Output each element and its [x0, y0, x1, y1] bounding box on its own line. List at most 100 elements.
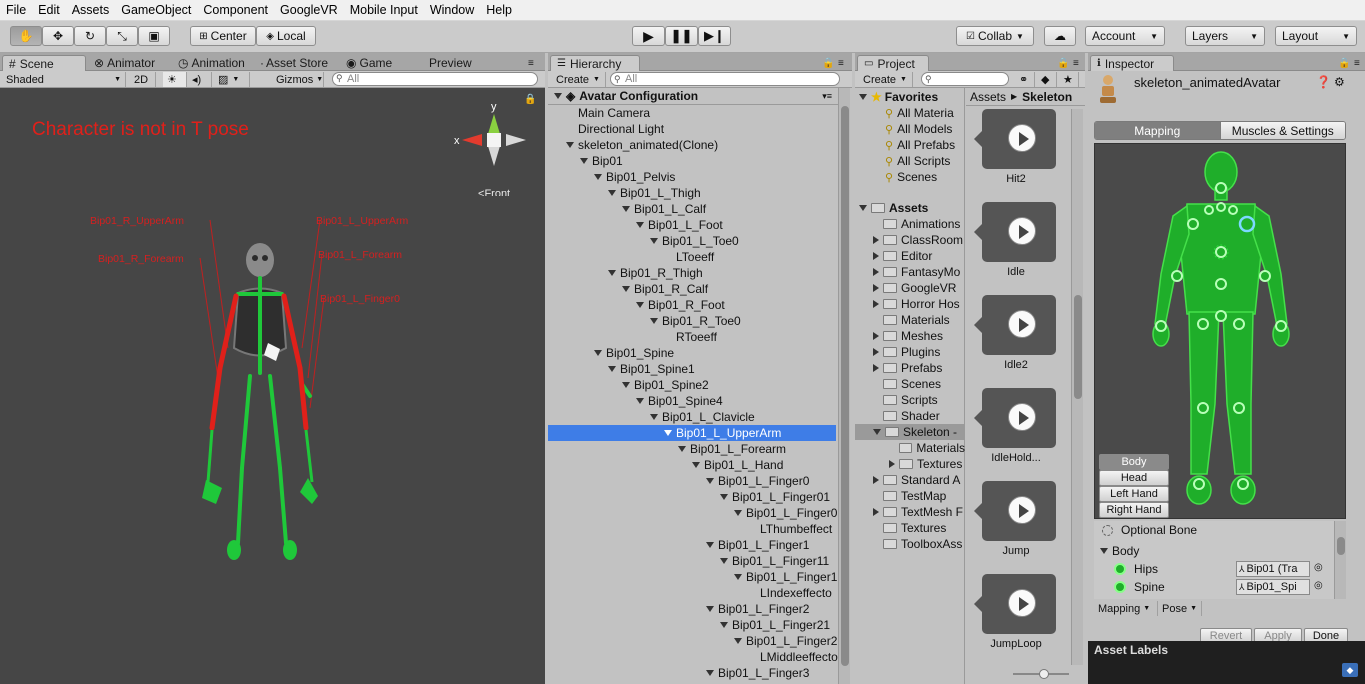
favorite-item[interactable]: ⚲ All Models: [885, 121, 952, 137]
bone-list-scrollbar[interactable]: [1334, 521, 1346, 599]
hierarchy-item[interactable]: Bip01_L_Finger1: [548, 537, 836, 553]
hips-picker-icon[interactable]: ◎: [1314, 562, 1323, 573]
hierarchy-item[interactable]: Bip01_L_Finger0: [548, 473, 836, 489]
collapse-arrow-icon[interactable]: [873, 300, 879, 308]
collapse-arrow-icon[interactable]: [873, 268, 879, 276]
hierarchy-item[interactable]: RToeeff: [548, 329, 836, 345]
project-folder-item[interactable]: Standard A: [855, 472, 965, 488]
scale-tool-button[interactable]: ⤡: [106, 26, 138, 46]
hierarchy-item[interactable]: Bip01_L_Thigh: [548, 185, 836, 201]
expand-arrow-icon[interactable]: [873, 429, 881, 435]
step-button[interactable]: ▶❙: [698, 26, 731, 46]
project-folder-item[interactable]: TestMap: [855, 488, 965, 504]
project-folder-item[interactable]: Plugins: [855, 344, 965, 360]
project-folder-item[interactable]: Materials: [855, 440, 965, 456]
2d-toggle[interactable]: 2D: [130, 72, 156, 87]
tab-preview[interactable]: Preview: [423, 55, 478, 71]
menu-item-component[interactable]: Component: [197, 3, 274, 17]
skeleton-figure[interactable]: Bip01_R_UpperArm Bip01_R_Forearm Bip01_L…: [80, 198, 460, 568]
collapse-arrow-icon[interactable]: [873, 252, 879, 260]
hierarchy-item[interactable]: Bip01_L_Finger3: [548, 665, 836, 681]
expand-arrow-icon[interactable]: [566, 142, 574, 148]
project-folder-item[interactable]: Meshes: [855, 328, 965, 344]
animation-clip-asset[interactable]: IdleHold...: [966, 388, 1066, 478]
cloud-button[interactable]: ☁: [1044, 26, 1076, 46]
body-part-right-hand-button[interactable]: Right Hand: [1099, 502, 1169, 518]
inspector-menu-icon[interactable]: ≡: [1348, 55, 1365, 71]
hand-tool-button[interactable]: ✋: [10, 26, 42, 46]
expand-arrow-icon[interactable]: [650, 238, 658, 244]
body-part-body-button[interactable]: Body: [1099, 454, 1169, 470]
expand-arrow-icon[interactable]: [692, 462, 700, 468]
pivot-center-button[interactable]: ⊞ Center: [190, 26, 256, 46]
expand-arrow-icon[interactable]: [580, 158, 588, 164]
collapse-arrow-icon[interactable]: [873, 236, 879, 244]
avatar-body-view[interactable]: Body Head Left Hand Right Hand: [1094, 143, 1346, 519]
hierarchy-item[interactable]: Bip01_L_Finger01: [548, 489, 836, 505]
pivot-local-button[interactable]: ◈ Local: [256, 26, 316, 46]
assets-header[interactable]: Assets: [859, 200, 928, 216]
hierarchy-item[interactable]: Bip01_L_Foot: [548, 217, 836, 233]
hierarchy-item[interactable]: Bip01_R_Calf: [548, 281, 836, 297]
lock-icon[interactable]: 🔒: [524, 94, 536, 105]
project-scrollbar[interactable]: [1071, 109, 1083, 665]
hierarchy-item[interactable]: Bip01_L_Finger2: [548, 633, 837, 649]
tab-asset-store[interactable]: · Asset Store: [254, 55, 334, 71]
favorite-item[interactable]: ⚲ All Prefabs: [885, 137, 955, 153]
project-folder-item[interactable]: GoogleVR: [855, 280, 965, 296]
animation-clip-asset[interactable]: Idle2: [966, 295, 1066, 385]
shading-dropdown[interactable]: Shaded ▼: [2, 72, 126, 87]
project-folder-item[interactable]: ToolboxAss: [855, 536, 965, 552]
hips-transform-field[interactable]: ⅄ Bip01 (Tra: [1236, 561, 1310, 577]
audio-toggle[interactable]: ◂): [188, 72, 212, 87]
pause-button[interactable]: ❚❚: [665, 26, 698, 46]
project-folder-item[interactable]: Textures: [855, 456, 965, 472]
hierarchy-item[interactable]: LThumbeffect: [548, 521, 836, 537]
project-folder-item[interactable]: TextMesh F: [855, 504, 965, 520]
project-folder-item[interactable]: FantasyMo: [855, 264, 965, 280]
rect-tool-button[interactable]: ▣: [138, 26, 170, 46]
body-part-head-button[interactable]: Head: [1099, 470, 1169, 486]
play-button[interactable]: ▶: [632, 26, 665, 46]
expand-arrow-icon[interactable]: [664, 430, 672, 436]
hierarchy-item[interactable]: Bip01_L_Finger11: [548, 553, 836, 569]
collapse-arrow-icon[interactable]: [873, 508, 879, 516]
hierarchy-item[interactable]: LToeeff: [548, 249, 836, 265]
expand-arrow-icon[interactable]: [608, 366, 616, 372]
expand-arrow-icon[interactable]: [734, 510, 742, 516]
project-create-dropdown[interactable]: Create ▼: [859, 72, 913, 87]
expand-arrow-icon[interactable]: [594, 174, 602, 180]
collapse-arrow-icon[interactable]: [889, 460, 895, 468]
project-folder-item[interactable]: Horror Hos: [855, 296, 965, 312]
project-folder-item[interactable]: Shader: [855, 408, 965, 424]
hierarchy-item[interactable]: LIndexeffecto: [548, 585, 836, 601]
hierarchy-item[interactable]: skeleton_animated(Clone): [548, 137, 836, 153]
hierarchy-item[interactable]: Bip01_Spine: [548, 345, 836, 361]
project-folder-item[interactable]: Prefabs: [855, 360, 965, 376]
project-search-input[interactable]: ⚲: [921, 72, 1009, 86]
scene-menu-icon[interactable]: ▾≡: [822, 91, 832, 102]
expand-arrow-icon[interactable]: [608, 190, 616, 196]
hierarchy-search-input[interactable]: ⚲ All: [610, 72, 840, 86]
body-part-left-hand-button[interactable]: Left Hand: [1099, 486, 1169, 502]
project-folder-item[interactable]: Textures: [855, 520, 965, 536]
expand-arrow-icon[interactable]: [650, 318, 658, 324]
layout-dropdown[interactable]: Layout ▼: [1275, 26, 1357, 46]
tab-scene[interactable]: # Scene: [2, 55, 86, 71]
animation-clip-asset[interactable]: Hit2: [966, 109, 1066, 199]
tab-mapping[interactable]: Mapping: [1095, 122, 1220, 139]
scene-viewport[interactable]: Character is not in T pose y x <Front 🔒 …: [0, 88, 545, 684]
expand-arrow-icon[interactable]: [720, 494, 728, 500]
hierarchy-item[interactable]: Bip01_Spine2: [548, 377, 836, 393]
expand-arrow-icon[interactable]: [650, 414, 658, 420]
body-section-header[interactable]: Body: [1100, 543, 1139, 559]
expand-arrow-icon[interactable]: [706, 670, 714, 676]
favorite-item[interactable]: ⚲ All Scripts: [885, 153, 950, 169]
project-folder-item[interactable]: Skeleton -: [855, 424, 965, 440]
collapse-arrow-icon[interactable]: [873, 332, 879, 340]
tab-hierarchy[interactable]: ☰ Hierarchy: [550, 55, 640, 71]
breadcrumb-assets[interactable]: Assets: [970, 90, 1006, 104]
label-tag-icon[interactable]: ◆: [1342, 663, 1358, 677]
animation-clip-asset[interactable]: JumpLoop: [966, 574, 1066, 664]
tab-animation[interactable]: ◷ Animation: [172, 55, 251, 71]
